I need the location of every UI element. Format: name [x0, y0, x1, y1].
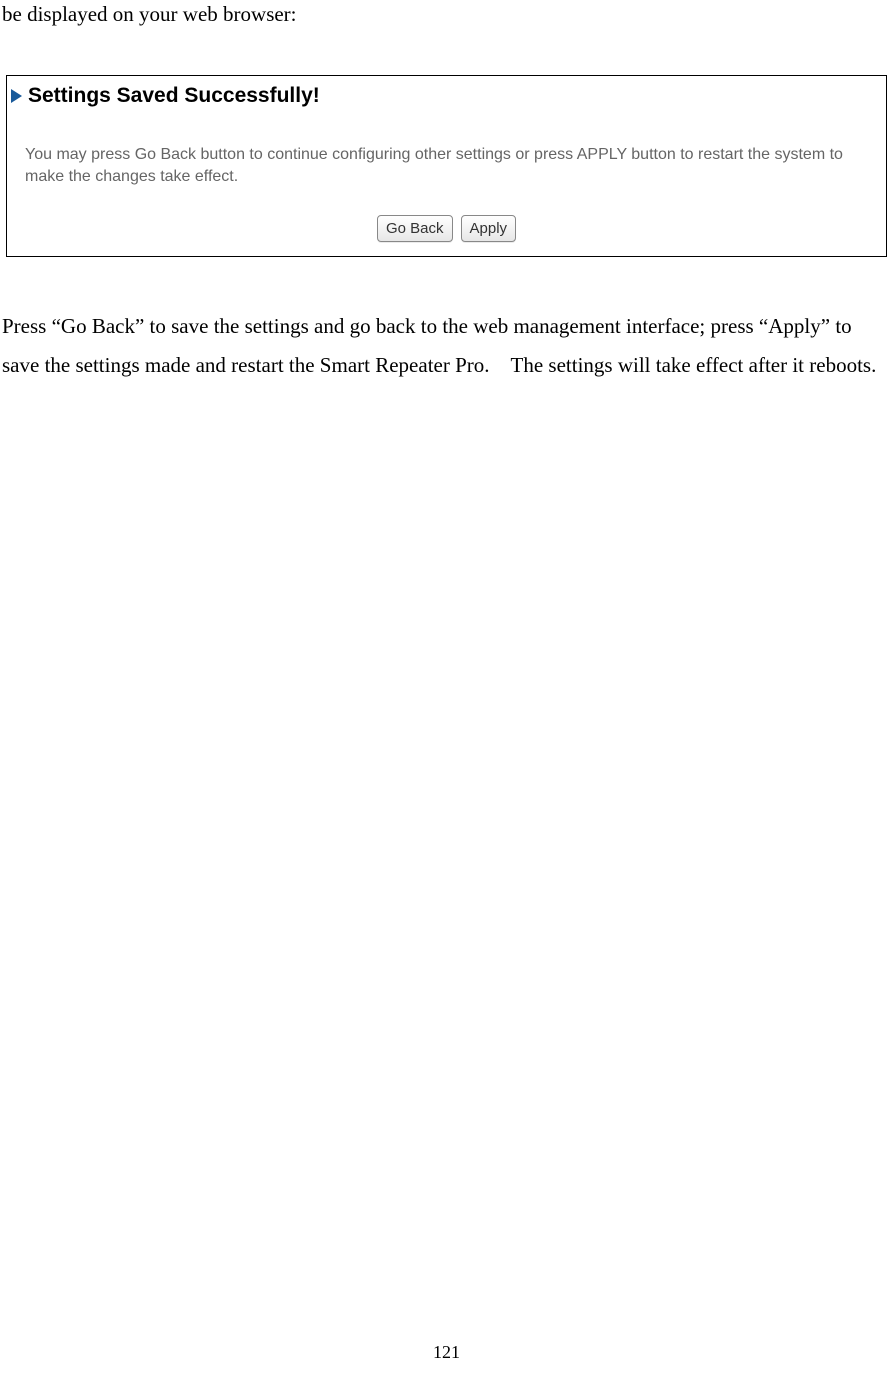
screenshot-body-text: You may press Go Back button to continue… [7, 114, 886, 197]
screenshot-header: Settings Saved Successfully! [7, 76, 886, 114]
go-back-button[interactable]: Go Back [377, 215, 453, 242]
apply-button[interactable]: Apply [461, 215, 517, 242]
settings-saved-screenshot: Settings Saved Successfully! You may pre… [6, 75, 887, 257]
page-number: 121 [0, 1342, 893, 1363]
intro-text: be displayed on your web browser: [0, 2, 893, 27]
screenshot-title: Settings Saved Successfully! [28, 84, 320, 108]
instructions-paragraph: Press “Go Back” to save the settings and… [0, 307, 893, 385]
arrow-right-icon [11, 89, 22, 103]
button-row: Go Back Apply [7, 215, 886, 242]
